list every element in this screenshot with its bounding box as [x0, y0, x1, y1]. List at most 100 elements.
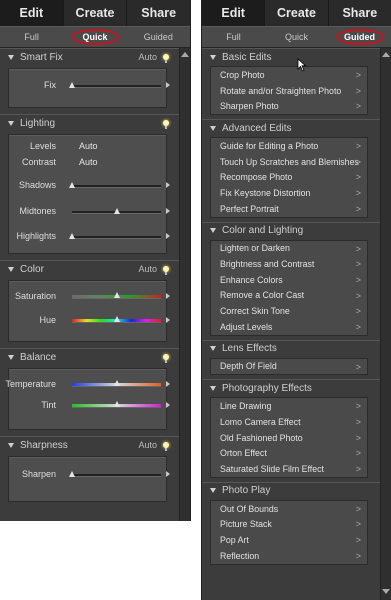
- guided-item[interactable]: Brightness and Contrast >: [211, 256, 367, 272]
- scroll-up-icon[interactable]: [181, 52, 189, 57]
- guided-item[interactable]: Lighten or Darken >: [211, 241, 367, 257]
- slider-arrow-icon[interactable]: [166, 233, 170, 239]
- guided-item[interactable]: Recompose Photo >: [211, 169, 367, 185]
- guided-item[interactable]: Fix Keystone Distortion >: [211, 185, 367, 201]
- slider-track[interactable]: [69, 233, 161, 239]
- slider-handle[interactable]: [69, 233, 75, 239]
- slider-track[interactable]: [72, 401, 161, 408]
- guided-item[interactable]: Reflection >: [211, 548, 367, 564]
- slider-handle[interactable]: [69, 182, 75, 188]
- subtab-quick[interactable]: Quick: [63, 29, 126, 45]
- guided-item[interactable]: Guide for Editing a Photo >: [211, 138, 367, 154]
- tab-create[interactable]: Create: [264, 0, 327, 26]
- guided-item[interactable]: Remove a Color Cast >: [211, 288, 367, 304]
- slider-arrow-icon[interactable]: [166, 402, 170, 408]
- guided-item[interactable]: Saturated Slide Film Effect >: [211, 461, 367, 477]
- guided-item[interactable]: Sharpen Photo >: [211, 98, 367, 114]
- slider-arrow-icon[interactable]: [166, 293, 170, 299]
- guided-item[interactable]: Pop Art >: [211, 532, 367, 548]
- disclosure-triangle-icon[interactable]: [8, 354, 14, 360]
- slider-arrow-icon[interactable]: [166, 82, 170, 88]
- slider-handle[interactable]: [113, 208, 120, 214]
- disclosure-triangle-icon[interactable]: [210, 488, 216, 494]
- subtab-full[interactable]: Full: [202, 32, 265, 42]
- slider-handle[interactable]: [113, 292, 120, 298]
- guided-item[interactable]: Orton Effect >: [211, 445, 367, 461]
- slider-arrow-icon[interactable]: [166, 471, 170, 477]
- tab-share[interactable]: Share: [327, 0, 391, 26]
- guided-item[interactable]: Out Of Bounds >: [211, 501, 367, 517]
- group-header[interactable]: Photo Play: [202, 481, 380, 499]
- control-value[interactable]: Auto: [79, 141, 98, 151]
- lightbulb-icon[interactable]: [163, 266, 169, 275]
- scrollbar[interactable]: [179, 48, 190, 521]
- lightbulb-icon[interactable]: [163, 54, 169, 63]
- auto-button[interactable]: Auto: [138, 52, 157, 62]
- auto-button[interactable]: Auto: [138, 440, 157, 450]
- slider-track[interactable]: [69, 82, 161, 88]
- disclosure-triangle-icon[interactable]: [210, 54, 216, 60]
- group-header[interactable]: Advanced Edits: [202, 119, 380, 137]
- section-header[interactable]: Color Auto: [0, 260, 179, 277]
- disclosure-triangle-icon[interactable]: [8, 266, 14, 272]
- tab-edit[interactable]: Edit: [202, 0, 265, 26]
- group-header[interactable]: Lens Effects: [202, 339, 380, 357]
- tab-edit[interactable]: Edit: [0, 0, 63, 26]
- group-header[interactable]: Basic Edits: [202, 48, 380, 65]
- tab-share[interactable]: Share: [126, 0, 190, 26]
- slider-arrow-icon[interactable]: [166, 182, 170, 188]
- control-value[interactable]: Auto: [79, 157, 98, 167]
- subtab-guided[interactable]: Guided: [127, 32, 190, 42]
- slider-track[interactable]: [69, 471, 161, 477]
- lightbulb-icon[interactable]: [163, 120, 169, 129]
- guided-item[interactable]: Crop Photo >: [211, 67, 367, 83]
- slider-handle[interactable]: [113, 316, 120, 322]
- guided-item[interactable]: Lomo Camera Effect >: [211, 414, 367, 430]
- guided-item[interactable]: Enhance Colors >: [211, 272, 367, 288]
- tab-create[interactable]: Create: [62, 0, 127, 26]
- guided-item[interactable]: Old Fashioned Photo >: [211, 430, 367, 446]
- auto-button[interactable]: Auto: [138, 264, 157, 274]
- guided-item[interactable]: Touch Up Scratches and Blemishes >: [211, 154, 367, 170]
- guided-item[interactable]: Correct Skin Tone >: [211, 303, 367, 319]
- slider-track[interactable]: [69, 182, 161, 188]
- slider-handle[interactable]: [113, 401, 120, 407]
- slider-arrow-icon[interactable]: [166, 317, 170, 323]
- disclosure-triangle-icon[interactable]: [8, 54, 14, 60]
- disclosure-triangle-icon[interactable]: [210, 385, 216, 391]
- disclosure-triangle-icon[interactable]: [210, 228, 216, 233]
- disclosure-triangle-icon[interactable]: [210, 346, 216, 352]
- scroll-down-icon[interactable]: [382, 589, 390, 594]
- subtab-guided[interactable]: Guided: [328, 29, 391, 45]
- slider-track[interactable]: [72, 292, 161, 299]
- guided-item[interactable]: Depth Of Field >: [211, 359, 367, 375]
- group-header[interactable]: Photography Effects: [202, 379, 380, 397]
- scroll-up-icon[interactable]: [382, 52, 390, 57]
- section-header[interactable]: Smart Fix Auto: [0, 48, 179, 65]
- subtab-full[interactable]: Full: [0, 32, 63, 42]
- lightbulb-icon[interactable]: [163, 354, 169, 363]
- slider-handle[interactable]: [69, 471, 75, 477]
- slider-handle[interactable]: [69, 82, 75, 88]
- scrollbar[interactable]: [380, 48, 391, 600]
- guided-item[interactable]: Rotate and/or Straighten Photo >: [211, 83, 367, 99]
- lightbulb-icon[interactable]: [163, 442, 169, 451]
- guided-item[interactable]: Line Drawing >: [211, 398, 367, 414]
- section-header[interactable]: Sharpness Auto: [0, 436, 179, 453]
- slider-track[interactable]: [72, 208, 161, 214]
- slider-handle[interactable]: [113, 380, 120, 386]
- slider-track[interactable]: [72, 380, 161, 387]
- disclosure-triangle-icon[interactable]: [8, 120, 14, 126]
- slider-arrow-icon[interactable]: [166, 381, 170, 387]
- section-header[interactable]: Lighting: [0, 114, 179, 131]
- section-header[interactable]: Balance: [0, 348, 179, 365]
- subtab-quick[interactable]: Quick: [265, 32, 328, 42]
- guided-item[interactable]: Picture Stack >: [211, 516, 367, 532]
- slider-track[interactable]: [72, 316, 161, 323]
- guided-item[interactable]: Perfect Portrait >: [211, 201, 367, 217]
- group-header[interactable]: Color and Lighting: [202, 221, 380, 239]
- guided-item[interactable]: Adjust Levels >: [211, 319, 367, 335]
- slider-arrow-icon[interactable]: [166, 208, 170, 214]
- disclosure-triangle-icon[interactable]: [210, 125, 216, 131]
- disclosure-triangle-icon[interactable]: [8, 442, 14, 448]
